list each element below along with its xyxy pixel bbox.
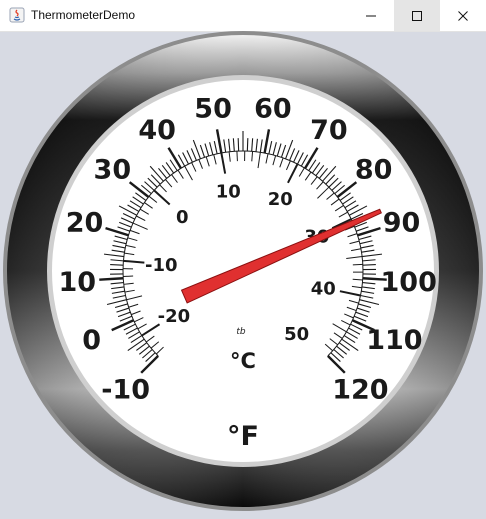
fahrenheit-tick [110, 265, 123, 266]
maximize-icon [411, 10, 423, 22]
fahrenheit-label: 90 [383, 208, 421, 239]
close-icon [457, 10, 469, 22]
close-button[interactable] [440, 0, 486, 31]
minimize-icon [365, 10, 377, 22]
fahrenheit-tick [99, 278, 123, 279]
thermometer-gauge: -100102030405060708090100110120 -20-1001… [0, 31, 486, 515]
app-window: ThermometerDemo [0, 0, 486, 515]
celsius-label: 10 [216, 181, 241, 202]
window-title: ThermometerDemo [31, 0, 135, 31]
celsius-tick [353, 264, 363, 265]
fahrenheit-label: 80 [355, 155, 393, 186]
fahrenheit-label: 60 [254, 94, 292, 125]
minimize-button[interactable] [348, 0, 394, 31]
fahrenheit-label: 50 [194, 94, 232, 125]
celsius-label: 50 [284, 324, 309, 345]
maximize-button[interactable] [394, 0, 440, 31]
fahrenheit-label: 120 [332, 374, 388, 405]
fahrenheit-label: -10 [101, 374, 150, 405]
celsius-label: 0 [176, 207, 189, 228]
fahrenheit-unit-label: °F [227, 421, 259, 452]
celsius-label: 40 [311, 279, 336, 300]
fahrenheit-label: 70 [310, 115, 348, 146]
celsius-label: -20 [158, 306, 191, 327]
title-bar[interactable]: ThermometerDemo [0, 0, 486, 32]
fahrenheit-label: 0 [82, 325, 101, 356]
celsius-tick [237, 151, 238, 161]
fahrenheit-label: 10 [59, 267, 97, 298]
fahrenheit-label: 100 [381, 267, 437, 298]
celsius-label: 20 [268, 189, 293, 210]
fahrenheit-label: 30 [94, 155, 132, 186]
fahrenheit-label: 20 [66, 208, 104, 239]
celsius-label: -10 [145, 255, 178, 276]
content-area: -100102030405060708090100110120 -20-1001… [0, 31, 486, 515]
fahrenheit-label: 110 [366, 325, 422, 356]
celsius-unit-label: °C [230, 349, 256, 373]
fahrenheit-label: 40 [138, 115, 176, 146]
fahrenheit-tick [363, 265, 376, 266]
maker-mark: tb [236, 327, 246, 337]
java-app-icon [9, 7, 25, 23]
